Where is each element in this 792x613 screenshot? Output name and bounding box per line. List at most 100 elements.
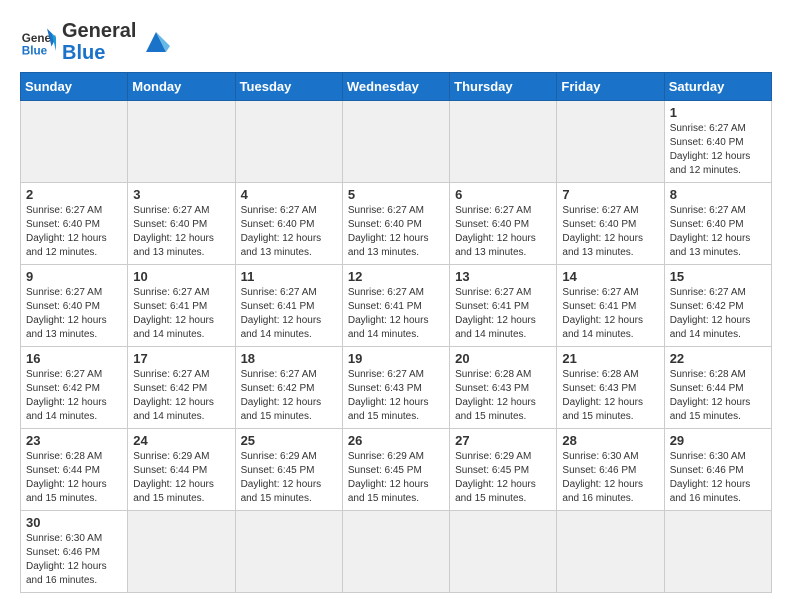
day-info: Sunrise: 6:27 AM Sunset: 6:42 PM Dayligh… [670, 286, 766, 342]
day-number: 5 [348, 187, 444, 202]
day-number: 28 [562, 433, 658, 448]
day-number: 1 [670, 105, 766, 120]
day-cell-5-0: 30Sunrise: 6:30 AM Sunset: 6:46 PM Dayli… [21, 511, 128, 593]
day-cell-1-3: 5 Sunrise: 6:27 AM Sunset: 6:40 PM Daylig… [342, 183, 449, 265]
day-cell-0-1 [128, 101, 235, 183]
day-info: Sunrise: 6:27 AM Sunset: 6:42 PM Dayligh… [26, 368, 122, 424]
header-tuesday: Tuesday [235, 73, 342, 101]
day-info: Sunrise: 6:27 AM Sunset: 6:41 PM Dayligh… [562, 286, 658, 342]
day-cell-2-3: 12 Sunrise: 6:27 AM Sunset: 6:41 PM Dayli… [342, 265, 449, 347]
day-info: Sunrise: 6:27 AM Sunset: 6:40 PM Dayligh… [241, 204, 337, 260]
day-number: 12 [348, 269, 444, 284]
day-number: 21 [562, 351, 658, 366]
day-info: Sunrise: 6:29 AM Sunset: 6:45 PM Dayligh… [455, 450, 551, 506]
day-cell-0-6: 1 Sunrise: 6:27 AM Sunset: 6:40 PM Daylig… [664, 101, 771, 183]
day-cell-4-0: 23Sunrise: 6:28 AM Sunset: 6:44 PM Dayli… [21, 429, 128, 511]
day-cell-5-6 [664, 511, 771, 593]
day-number: 27 [455, 433, 551, 448]
day-number: 24 [133, 433, 229, 448]
day-info: Sunrise: 6:27 AM Sunset: 6:41 PM Dayligh… [241, 286, 337, 342]
day-number: 29 [670, 433, 766, 448]
logo-general-text: General [62, 20, 136, 42]
day-cell-3-0: 16 Sunrise: 6:27 AM Sunset: 6:42 PM Dayli… [21, 347, 128, 429]
day-number: 22 [670, 351, 766, 366]
day-info: Sunrise: 6:28 AM Sunset: 6:43 PM Dayligh… [455, 368, 551, 424]
header-saturday: Saturday [664, 73, 771, 101]
day-info: Sunrise: 6:27 AM Sunset: 6:40 PM Dayligh… [562, 204, 658, 260]
day-cell-2-6: 15 Sunrise: 6:27 AM Sunset: 6:42 PM Dayli… [664, 265, 771, 347]
day-info: Sunrise: 6:27 AM Sunset: 6:40 PM Dayligh… [670, 122, 766, 178]
day-number: 16 [26, 351, 122, 366]
day-cell-4-3: 26 Sunrise: 6:29 AM Sunset: 6:45 PM Dayli… [342, 429, 449, 511]
day-info: Sunrise: 6:27 AM Sunset: 6:41 PM Dayligh… [133, 286, 229, 342]
day-cell-5-5 [557, 511, 664, 593]
logo-triangle-icon [142, 28, 170, 56]
day-number: 30 [26, 515, 122, 530]
week-row-0: 1 Sunrise: 6:27 AM Sunset: 6:40 PM Daylig… [21, 101, 772, 183]
day-number: 15 [670, 269, 766, 284]
day-cell-1-0: 2 Sunrise: 6:27 AM Sunset: 6:40 PM Daylig… [21, 183, 128, 265]
day-number: 20 [455, 351, 551, 366]
day-number: 26 [348, 433, 444, 448]
day-cell-2-4: 13 Sunrise: 6:27 AM Sunset: 6:41 PM Dayli… [450, 265, 557, 347]
day-number: 4 [241, 187, 337, 202]
day-cell-1-4: 6Sunrise: 6:27 AM Sunset: 6:40 PM Daylig… [450, 183, 557, 265]
day-info: Sunrise: 6:30 AM Sunset: 6:46 PM Dayligh… [670, 450, 766, 506]
day-info: Sunrise: 6:28 AM Sunset: 6:44 PM Dayligh… [670, 368, 766, 424]
day-cell-4-5: 28 Sunrise: 6:30 AM Sunset: 6:46 PM Dayli… [557, 429, 664, 511]
day-number: 11 [241, 269, 337, 284]
day-cell-2-0: 9Sunrise: 6:27 AM Sunset: 6:40 PM Daylig… [21, 265, 128, 347]
header-thursday: Thursday [450, 73, 557, 101]
day-cell-0-3 [342, 101, 449, 183]
day-info: Sunrise: 6:29 AM Sunset: 6:45 PM Dayligh… [348, 450, 444, 506]
day-cell-0-4 [450, 101, 557, 183]
day-cell-5-2 [235, 511, 342, 593]
week-row-2: 9Sunrise: 6:27 AM Sunset: 6:40 PM Daylig… [21, 265, 772, 347]
day-cell-2-2: 11 Sunrise: 6:27 AM Sunset: 6:41 PM Dayli… [235, 265, 342, 347]
day-cell-0-0 [21, 101, 128, 183]
day-cell-3-1: 17Sunrise: 6:27 AM Sunset: 6:42 PM Dayli… [128, 347, 235, 429]
day-number: 23 [26, 433, 122, 448]
day-cell-1-1: 3 Sunrise: 6:27 AM Sunset: 6:40 PM Daylig… [128, 183, 235, 265]
header-friday: Friday [557, 73, 664, 101]
day-info: Sunrise: 6:27 AM Sunset: 6:40 PM Dayligh… [133, 204, 229, 260]
logo-icon: General Blue [20, 24, 56, 60]
day-number: 14 [562, 269, 658, 284]
day-number: 2 [26, 187, 122, 202]
day-number: 7 [562, 187, 658, 202]
day-number: 18 [241, 351, 337, 366]
day-cell-2-5: 14 Sunrise: 6:27 AM Sunset: 6:41 PM Dayli… [557, 265, 664, 347]
day-info: Sunrise: 6:28 AM Sunset: 6:43 PM Dayligh… [562, 368, 658, 424]
day-cell-0-2 [235, 101, 342, 183]
day-cell-4-4: 27 Sunrise: 6:29 AM Sunset: 6:45 PM Dayli… [450, 429, 557, 511]
day-cell-5-3 [342, 511, 449, 593]
day-info: Sunrise: 6:27 AM Sunset: 6:41 PM Dayligh… [455, 286, 551, 342]
day-info: Sunrise: 6:29 AM Sunset: 6:44 PM Dayligh… [133, 450, 229, 506]
day-info: Sunrise: 6:27 AM Sunset: 6:41 PM Dayligh… [348, 286, 444, 342]
header-monday: Monday [128, 73, 235, 101]
day-number: 13 [455, 269, 551, 284]
day-cell-3-4: 20 Sunrise: 6:28 AM Sunset: 6:43 PM Dayli… [450, 347, 557, 429]
day-number: 8 [670, 187, 766, 202]
header-sunday: Sunday [21, 73, 128, 101]
day-number: 19 [348, 351, 444, 366]
week-row-4: 23Sunrise: 6:28 AM Sunset: 6:44 PM Dayli… [21, 429, 772, 511]
day-cell-5-1 [128, 511, 235, 593]
svg-text:Blue: Blue [22, 45, 48, 58]
day-cell-1-2: 4 Sunrise: 6:27 AM Sunset: 6:40 PM Daylig… [235, 183, 342, 265]
logo: General Blue General Blue [20, 20, 170, 64]
day-info: Sunrise: 6:27 AM Sunset: 6:42 PM Dayligh… [133, 368, 229, 424]
day-info: Sunrise: 6:27 AM Sunset: 6:40 PM Dayligh… [26, 286, 122, 342]
day-info: Sunrise: 6:29 AM Sunset: 6:45 PM Dayligh… [241, 450, 337, 506]
day-info: Sunrise: 6:27 AM Sunset: 6:40 PM Dayligh… [26, 204, 122, 260]
day-number: 3 [133, 187, 229, 202]
day-cell-3-6: 22 Sunrise: 6:28 AM Sunset: 6:44 PM Dayli… [664, 347, 771, 429]
day-cell-4-6: 29 Sunrise: 6:30 AM Sunset: 6:46 PM Dayli… [664, 429, 771, 511]
week-row-3: 16 Sunrise: 6:27 AM Sunset: 6:42 PM Dayli… [21, 347, 772, 429]
day-info: Sunrise: 6:27 AM Sunset: 6:40 PM Dayligh… [348, 204, 444, 260]
day-number: 25 [241, 433, 337, 448]
day-info: Sunrise: 6:30 AM Sunset: 6:46 PM Dayligh… [562, 450, 658, 506]
header-wednesday: Wednesday [342, 73, 449, 101]
day-cell-4-1: 24 Sunrise: 6:29 AM Sunset: 6:44 PM Dayli… [128, 429, 235, 511]
week-row-5: 30Sunrise: 6:30 AM Sunset: 6:46 PM Dayli… [21, 511, 772, 593]
